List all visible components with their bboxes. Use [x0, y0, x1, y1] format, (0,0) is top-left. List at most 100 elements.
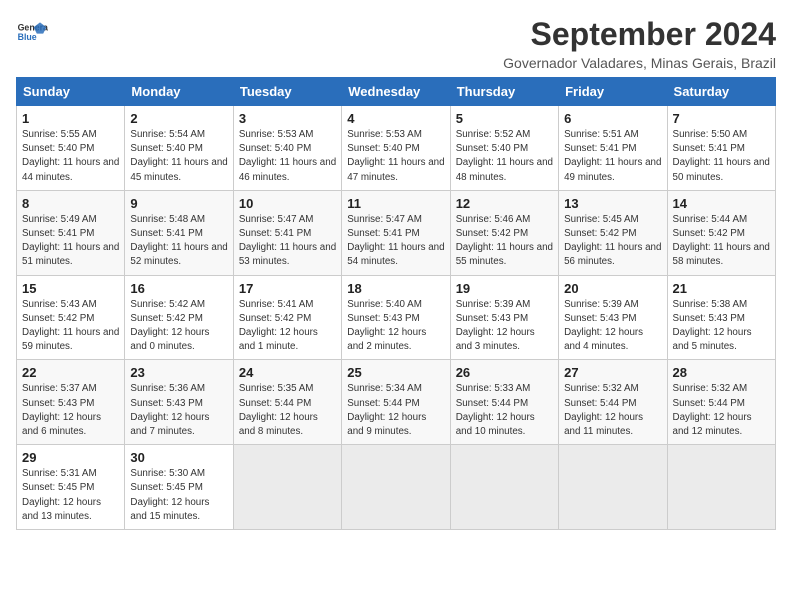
table-row — [342, 445, 450, 530]
table-row: 6 Sunrise: 5:51 AMSunset: 5:41 PMDayligh… — [559, 106, 667, 191]
header-monday: Monday — [125, 78, 233, 106]
table-row: 30 Sunrise: 5:30 AMSunset: 5:45 PMDaylig… — [125, 445, 233, 530]
day-info: Sunrise: 5:37 AMSunset: 5:43 PMDaylight:… — [22, 382, 119, 439]
day-number: 14 — [673, 196, 770, 211]
day-info: Sunrise: 5:54 AMSunset: 5:40 PMDaylight:… — [130, 128, 227, 185]
day-info: Sunrise: 5:39 AMSunset: 5:43 PMDaylight:… — [564, 298, 661, 355]
table-row: 25 Sunrise: 5:34 AMSunset: 5:44 PMDaylig… — [342, 360, 450, 445]
table-row: 11 Sunrise: 5:47 AMSunset: 5:41 PMDaylig… — [342, 190, 450, 275]
header-tuesday: Tuesday — [233, 78, 341, 106]
header-wednesday: Wednesday — [342, 78, 450, 106]
day-number: 23 — [130, 365, 227, 380]
table-row: 14 Sunrise: 5:44 AMSunset: 5:42 PMDaylig… — [667, 190, 775, 275]
day-info: Sunrise: 5:35 AMSunset: 5:44 PMDaylight:… — [239, 382, 336, 439]
day-number: 30 — [130, 450, 227, 465]
table-row: 7 Sunrise: 5:50 AMSunset: 5:41 PMDayligh… — [667, 106, 775, 191]
day-info: Sunrise: 5:53 AMSunset: 5:40 PMDaylight:… — [239, 128, 336, 185]
day-info: Sunrise: 5:45 AMSunset: 5:42 PMDaylight:… — [564, 213, 661, 270]
day-number: 1 — [22, 111, 119, 126]
day-number: 27 — [564, 365, 661, 380]
day-info: Sunrise: 5:52 AMSunset: 5:40 PMDaylight:… — [456, 128, 553, 185]
header-friday: Friday — [559, 78, 667, 106]
day-info: Sunrise: 5:47 AMSunset: 5:41 PMDaylight:… — [347, 213, 444, 270]
day-number: 16 — [130, 281, 227, 296]
day-info: Sunrise: 5:31 AMSunset: 5:45 PMDaylight:… — [22, 467, 119, 524]
day-info: Sunrise: 5:46 AMSunset: 5:42 PMDaylight:… — [456, 213, 553, 270]
day-info: Sunrise: 5:55 AMSunset: 5:40 PMDaylight:… — [22, 128, 119, 185]
table-row: 9 Sunrise: 5:48 AMSunset: 5:41 PMDayligh… — [125, 190, 233, 275]
table-row: 18 Sunrise: 5:40 AMSunset: 5:43 PMDaylig… — [342, 275, 450, 360]
day-number: 2 — [130, 111, 227, 126]
day-number: 26 — [456, 365, 553, 380]
calendar-week-row: 22 Sunrise: 5:37 AMSunset: 5:43 PMDaylig… — [17, 360, 776, 445]
day-info: Sunrise: 5:40 AMSunset: 5:43 PMDaylight:… — [347, 298, 444, 355]
table-row: 16 Sunrise: 5:42 AMSunset: 5:42 PMDaylig… — [125, 275, 233, 360]
day-number: 24 — [239, 365, 336, 380]
title-block: September 2024 Governador Valadares, Min… — [503, 16, 776, 71]
day-number: 9 — [130, 196, 227, 211]
calendar-week-row: 1 Sunrise: 5:55 AMSunset: 5:40 PMDayligh… — [17, 106, 776, 191]
day-number: 4 — [347, 111, 444, 126]
day-number: 11 — [347, 196, 444, 211]
calendar-week-row: 8 Sunrise: 5:49 AMSunset: 5:41 PMDayligh… — [17, 190, 776, 275]
header-saturday: Saturday — [667, 78, 775, 106]
table-row: 10 Sunrise: 5:47 AMSunset: 5:41 PMDaylig… — [233, 190, 341, 275]
day-info: Sunrise: 5:47 AMSunset: 5:41 PMDaylight:… — [239, 213, 336, 270]
day-number: 22 — [22, 365, 119, 380]
day-number: 21 — [673, 281, 770, 296]
table-row: 28 Sunrise: 5:32 AMSunset: 5:44 PMDaylig… — [667, 360, 775, 445]
day-number: 20 — [564, 281, 661, 296]
day-number: 19 — [456, 281, 553, 296]
day-info: Sunrise: 5:30 AMSunset: 5:45 PMDaylight:… — [130, 467, 227, 524]
table-row: 2 Sunrise: 5:54 AMSunset: 5:40 PMDayligh… — [125, 106, 233, 191]
table-row: 23 Sunrise: 5:36 AMSunset: 5:43 PMDaylig… — [125, 360, 233, 445]
table-row: 5 Sunrise: 5:52 AMSunset: 5:40 PMDayligh… — [450, 106, 558, 191]
table-row: 21 Sunrise: 5:38 AMSunset: 5:43 PMDaylig… — [667, 275, 775, 360]
day-info: Sunrise: 5:42 AMSunset: 5:42 PMDaylight:… — [130, 298, 227, 355]
table-row — [233, 445, 341, 530]
header-sunday: Sunday — [17, 78, 125, 106]
day-number: 13 — [564, 196, 661, 211]
day-number: 7 — [673, 111, 770, 126]
table-row: 3 Sunrise: 5:53 AMSunset: 5:40 PMDayligh… — [233, 106, 341, 191]
month-title: September 2024 — [503, 16, 776, 53]
day-info: Sunrise: 5:43 AMSunset: 5:42 PMDaylight:… — [22, 298, 119, 355]
day-number: 17 — [239, 281, 336, 296]
day-number: 10 — [239, 196, 336, 211]
day-number: 6 — [564, 111, 661, 126]
logo-icon: General Blue — [16, 16, 48, 48]
table-row: 29 Sunrise: 5:31 AMSunset: 5:45 PMDaylig… — [17, 445, 125, 530]
day-number: 12 — [456, 196, 553, 211]
table-row: 12 Sunrise: 5:46 AMSunset: 5:42 PMDaylig… — [450, 190, 558, 275]
table-row: 24 Sunrise: 5:35 AMSunset: 5:44 PMDaylig… — [233, 360, 341, 445]
day-info: Sunrise: 5:38 AMSunset: 5:43 PMDaylight:… — [673, 298, 770, 355]
day-info: Sunrise: 5:33 AMSunset: 5:44 PMDaylight:… — [456, 382, 553, 439]
day-info: Sunrise: 5:41 AMSunset: 5:42 PMDaylight:… — [239, 298, 336, 355]
table-row: 8 Sunrise: 5:49 AMSunset: 5:41 PMDayligh… — [17, 190, 125, 275]
table-row: 4 Sunrise: 5:53 AMSunset: 5:40 PMDayligh… — [342, 106, 450, 191]
day-number: 29 — [22, 450, 119, 465]
svg-text:Blue: Blue — [18, 32, 37, 42]
table-row: 26 Sunrise: 5:33 AMSunset: 5:44 PMDaylig… — [450, 360, 558, 445]
table-row — [667, 445, 775, 530]
table-row: 27 Sunrise: 5:32 AMSunset: 5:44 PMDaylig… — [559, 360, 667, 445]
day-number: 25 — [347, 365, 444, 380]
day-info: Sunrise: 5:36 AMSunset: 5:43 PMDaylight:… — [130, 382, 227, 439]
table-row: 15 Sunrise: 5:43 AMSunset: 5:42 PMDaylig… — [17, 275, 125, 360]
day-number: 8 — [22, 196, 119, 211]
page-header: General Blue September 2024 Governador V… — [16, 16, 776, 71]
day-number: 3 — [239, 111, 336, 126]
calendar-header-row: Sunday Monday Tuesday Wednesday Thursday… — [17, 78, 776, 106]
logo: General Blue — [16, 16, 48, 48]
calendar-week-row: 29 Sunrise: 5:31 AMSunset: 5:45 PMDaylig… — [17, 445, 776, 530]
day-number: 15 — [22, 281, 119, 296]
day-info: Sunrise: 5:34 AMSunset: 5:44 PMDaylight:… — [347, 382, 444, 439]
table-row: 13 Sunrise: 5:45 AMSunset: 5:42 PMDaylig… — [559, 190, 667, 275]
calendar-table: Sunday Monday Tuesday Wednesday Thursday… — [16, 77, 776, 530]
day-number: 18 — [347, 281, 444, 296]
table-row: 1 Sunrise: 5:55 AMSunset: 5:40 PMDayligh… — [17, 106, 125, 191]
day-info: Sunrise: 5:51 AMSunset: 5:41 PMDaylight:… — [564, 128, 661, 185]
day-info: Sunrise: 5:48 AMSunset: 5:41 PMDaylight:… — [130, 213, 227, 270]
calendar-week-row: 15 Sunrise: 5:43 AMSunset: 5:42 PMDaylig… — [17, 275, 776, 360]
day-info: Sunrise: 5:32 AMSunset: 5:44 PMDaylight:… — [673, 382, 770, 439]
